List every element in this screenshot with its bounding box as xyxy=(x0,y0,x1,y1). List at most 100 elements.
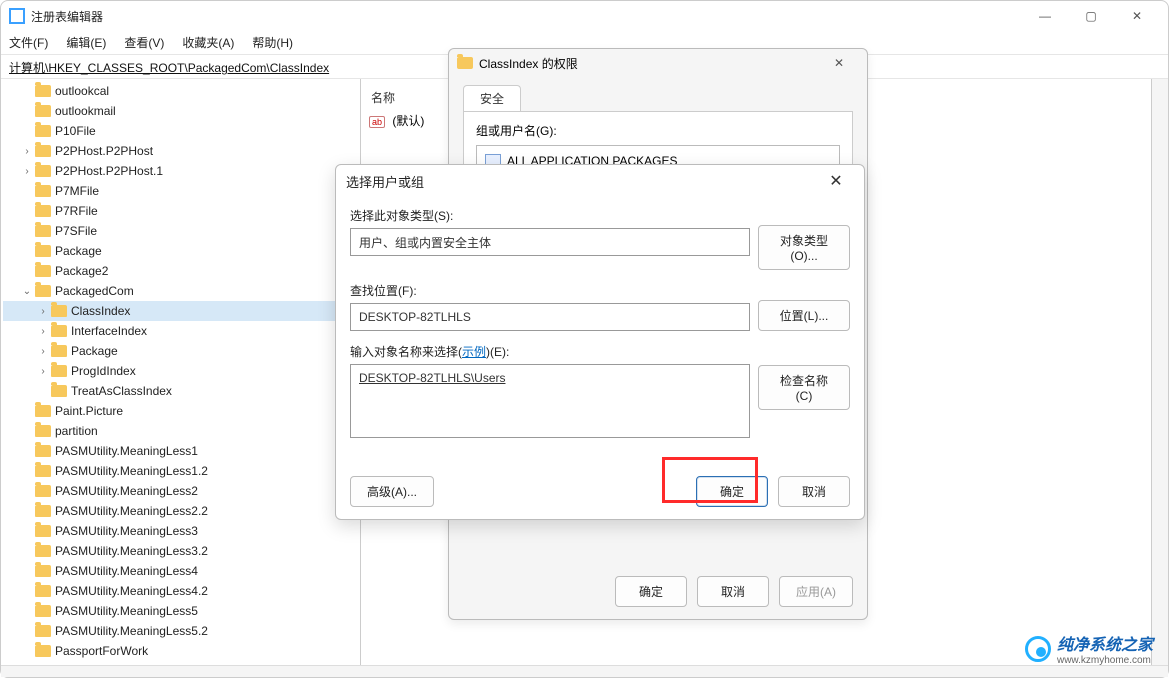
watermark-url: www.kzmyhome.com xyxy=(1057,655,1153,666)
folder-icon xyxy=(35,105,51,117)
location-field[interactable] xyxy=(350,303,750,331)
tab-security[interactable]: 安全 xyxy=(463,85,521,111)
tree-item-pasmutility-meaningless1[interactable]: PASMUtility.MeaningLess1 xyxy=(3,441,358,461)
folder-icon xyxy=(51,305,67,317)
tree-item-progidindex[interactable]: ProgIdIndex xyxy=(3,361,358,381)
folder-icon xyxy=(35,445,51,457)
object-type-label: 选择此对象类型(S): xyxy=(350,207,750,224)
tree-item-label: PackagedCom xyxy=(55,284,134,298)
tree-item-pasmutility-meaningless2-2[interactable]: PASMUtility.MeaningLess2.2 xyxy=(3,501,358,521)
minimize-button[interactable]: — xyxy=(1022,1,1068,31)
select-dialog-footer: 高级(A)... 确定 取消 xyxy=(350,476,850,507)
tree-item-passportforwork[interactable]: PassportForWork xyxy=(3,641,358,661)
chevron-down-icon[interactable] xyxy=(19,286,35,297)
app-icon xyxy=(9,8,25,24)
window-controls: — ▢ ✕ xyxy=(1022,1,1160,31)
tree-item-partition[interactable]: partition xyxy=(3,421,358,441)
menu-view[interactable]: 查看(V) xyxy=(124,34,164,51)
permissions-cancel-button[interactable]: 取消 xyxy=(697,576,769,607)
check-names-button[interactable]: 检查名称(C) xyxy=(758,365,850,410)
tree-item-label: P2PHost.P2PHost.1 xyxy=(55,164,163,178)
tree-item-label: PASMUtility.MeaningLess2 xyxy=(55,484,198,498)
tree-item-label: Package xyxy=(55,244,102,258)
advanced-button[interactable]: 高级(A)... xyxy=(350,476,434,507)
right-scrollbar-gutter xyxy=(1152,79,1168,665)
chevron-right-icon[interactable] xyxy=(19,146,35,157)
examples-link[interactable]: 示例 xyxy=(462,345,486,359)
select-cancel-button[interactable]: 取消 xyxy=(778,476,850,507)
folder-icon xyxy=(35,585,51,597)
tree-item-packagedcom[interactable]: PackagedCom xyxy=(3,281,358,301)
tree-item-outlookcal[interactable]: outlookcal xyxy=(3,81,358,101)
tree-item-package2[interactable]: Package2 xyxy=(3,261,358,281)
menu-file[interactable]: 文件(F) xyxy=(9,34,48,51)
tree: outlookcaloutlookmailP10FileP2PHost.P2PH… xyxy=(1,81,360,661)
tree-item-label: PASMUtility.MeaningLess4.2 xyxy=(55,584,208,598)
locations-button[interactable]: 位置(L)... xyxy=(758,300,850,331)
folder-icon xyxy=(35,265,51,277)
tree-item-label: PASMUtility.MeaningLess5.2 xyxy=(55,624,208,638)
group-or-user-label: 组或用户名(G): xyxy=(476,122,840,139)
object-names-field[interactable]: DESKTOP-82TLHLS\Users xyxy=(350,364,750,438)
tree-item-pasmutility-meaningless3[interactable]: PASMUtility.MeaningLess3 xyxy=(3,521,358,541)
chevron-right-icon[interactable] xyxy=(35,306,51,317)
tree-item-label: Package2 xyxy=(55,264,108,278)
window-title: 注册表编辑器 xyxy=(31,8,103,25)
chevron-right-icon[interactable] xyxy=(19,166,35,177)
folder-icon xyxy=(457,57,473,69)
tree-item-p2phost-p2phost[interactable]: P2PHost.P2PHost xyxy=(3,141,358,161)
chevron-right-icon[interactable] xyxy=(35,326,51,337)
tree-item-p10file[interactable]: P10File xyxy=(3,121,358,141)
tree-item-label: InterfaceIndex xyxy=(71,324,147,338)
menu-edit[interactable]: 编辑(E) xyxy=(66,34,106,51)
tree-item-label: PASMUtility.MeaningLess3.2 xyxy=(55,544,208,558)
watermark: 纯净系统之家 www.kzmyhome.com xyxy=(1025,631,1153,666)
folder-icon xyxy=(35,605,51,617)
tree-item-label: ClassIndex xyxy=(71,304,130,318)
maximize-button[interactable]: ▢ xyxy=(1068,1,1114,31)
tree-item-p7rfile[interactable]: P7RFile xyxy=(3,201,358,221)
tree-item-pasmutility-meaningless5-2[interactable]: PASMUtility.MeaningLess5.2 xyxy=(3,621,358,641)
tree-item-paint-picture[interactable]: Paint.Picture xyxy=(3,401,358,421)
tree-item-pasmutility-meaningless1-2[interactable]: PASMUtility.MeaningLess1.2 xyxy=(3,461,358,481)
select-dialog-title: 选择用户或组 xyxy=(346,172,424,191)
folder-icon xyxy=(35,285,51,297)
object-types-button[interactable]: 对象类型(O)... xyxy=(758,225,850,270)
tree-item-p7mfile[interactable]: P7MFile xyxy=(3,181,358,201)
permissions-apply-button[interactable]: 应用(A) xyxy=(779,576,853,607)
permissions-ok-button[interactable]: 确定 xyxy=(615,576,687,607)
tree-item-outlookmail[interactable]: outlookmail xyxy=(3,101,358,121)
menu-help[interactable]: 帮助(H) xyxy=(252,34,293,51)
folder-icon xyxy=(35,525,51,537)
tree-item-pasmutility-meaningless5[interactable]: PASMUtility.MeaningLess5 xyxy=(3,601,358,621)
tree-item-package[interactable]: Package xyxy=(3,341,358,361)
tree-item-pasmutility-meaningless2[interactable]: PASMUtility.MeaningLess2 xyxy=(3,481,358,501)
folder-icon xyxy=(35,125,51,137)
tree-item-pasmutility-meaningless3-2[interactable]: PASMUtility.MeaningLess3.2 xyxy=(3,541,358,561)
horizontal-scrollbar[interactable] xyxy=(1,665,1168,677)
menu-favorites[interactable]: 收藏夹(A) xyxy=(182,34,234,51)
tree-item-p2phost-p2phost-1[interactable]: P2PHost.P2PHost.1 xyxy=(3,161,358,181)
select-dialog-close-button[interactable]: ✕ xyxy=(818,171,854,191)
folder-icon xyxy=(35,465,51,477)
close-button[interactable]: ✕ xyxy=(1114,1,1160,31)
tree-item-p7sfile[interactable]: P7SFile xyxy=(3,221,358,241)
chevron-right-icon[interactable] xyxy=(35,346,51,357)
tree-item-pasmutility-meaningless4-2[interactable]: PASMUtility.MeaningLess4.2 xyxy=(3,581,358,601)
permissions-close-button[interactable]: ✕ xyxy=(819,56,859,70)
object-type-field[interactable] xyxy=(350,228,750,256)
chevron-right-icon[interactable] xyxy=(35,366,51,377)
tree-item-label: Paint.Picture xyxy=(55,404,123,418)
folder-icon xyxy=(51,345,67,357)
tree-item-interfaceindex[interactable]: InterfaceIndex xyxy=(3,321,358,341)
tree-item-treatasclassindex[interactable]: TreatAsClassIndex xyxy=(3,381,358,401)
folder-icon xyxy=(35,565,51,577)
tree-item-pasmutility-meaningless4[interactable]: PASMUtility.MeaningLess4 xyxy=(3,561,358,581)
tree-item-classindex[interactable]: ClassIndex xyxy=(3,301,358,321)
watermark-logo-icon xyxy=(1025,636,1051,662)
select-ok-button[interactable]: 确定 xyxy=(696,476,768,507)
tree-pane[interactable]: outlookcaloutlookmailP10FileP2PHost.P2PH… xyxy=(1,79,361,665)
tree-item-package[interactable]: Package xyxy=(3,241,358,261)
folder-icon xyxy=(51,385,67,397)
tree-item-label: PASMUtility.MeaningLess1 xyxy=(55,444,198,458)
